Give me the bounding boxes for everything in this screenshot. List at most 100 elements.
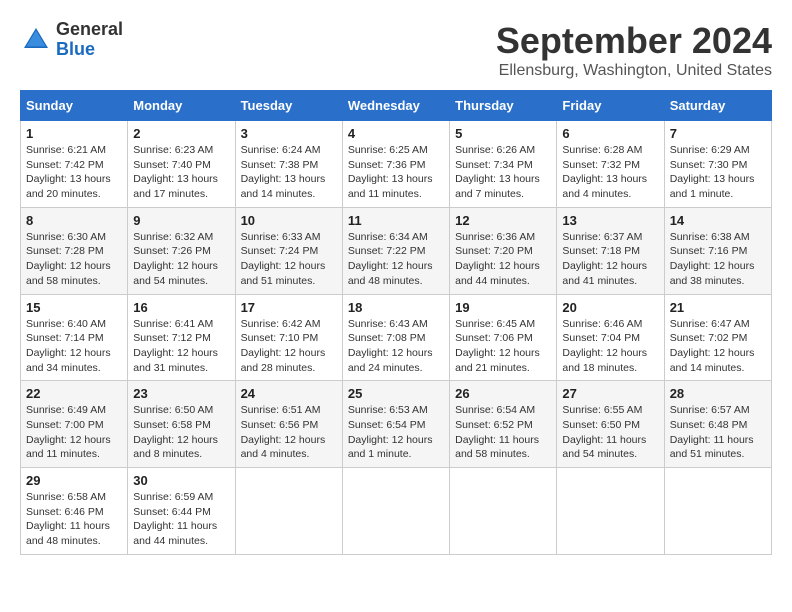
sunrise-time: Sunrise: 6:23 AM: [133, 143, 229, 158]
daylight-hours: Daylight: 12 hours and 31 minutes.: [133, 346, 229, 375]
sunset-time: Sunset: 7:10 PM: [241, 331, 337, 346]
calendar-week-1: 1 Sunrise: 6:21 AMSunset: 7:42 PMDaylight…: [21, 121, 772, 208]
day-info: Sunrise: 6:54 AMSunset: 6:52 PMDaylight:…: [455, 403, 551, 462]
calendar-cell: 2 Sunrise: 6:23 AMSunset: 7:40 PMDaylight…: [128, 121, 235, 208]
sunset-time: Sunset: 7:18 PM: [562, 244, 658, 259]
day-number: 17: [241, 300, 337, 315]
sunset-time: Sunset: 7:20 PM: [455, 244, 551, 259]
day-info: Sunrise: 6:51 AMSunset: 6:56 PMDaylight:…: [241, 403, 337, 462]
day-number: 27: [562, 386, 658, 401]
sunset-time: Sunset: 6:56 PM: [241, 418, 337, 433]
day-number: 16: [133, 300, 229, 315]
sunset-time: Sunset: 6:58 PM: [133, 418, 229, 433]
calendar-cell: [342, 468, 449, 555]
calendar-cell: 7Sunrise: 6:29 AMSunset: 7:30 PMDaylight…: [664, 121, 771, 208]
day-number: 13: [562, 213, 658, 228]
day-number: 1: [26, 126, 122, 141]
daylight-hours: Daylight: 12 hours and 1 minute.: [348, 433, 444, 462]
daylight-hours: Daylight: 13 hours and 17 minutes.: [133, 172, 229, 201]
sunset-time: Sunset: 7:00 PM: [26, 418, 122, 433]
calendar-cell: 28Sunrise: 6:57 AMSunset: 6:48 PMDayligh…: [664, 381, 771, 468]
calendar-week-3: 15Sunrise: 6:40 AMSunset: 7:14 PMDayligh…: [21, 294, 772, 381]
calendar-cell: 17Sunrise: 6:42 AMSunset: 7:10 PMDayligh…: [235, 294, 342, 381]
sunset-time: Sunset: 7:26 PM: [133, 244, 229, 259]
daylight-hours: Daylight: 12 hours and 44 minutes.: [455, 259, 551, 288]
sunrise-time: Sunrise: 6:34 AM: [348, 230, 444, 245]
day-info: Sunrise: 6:30 AMSunset: 7:28 PMDaylight:…: [26, 230, 122, 289]
daylight-hours: Daylight: 13 hours and 7 minutes.: [455, 172, 551, 201]
day-number: 15: [26, 300, 122, 315]
col-wednesday: Wednesday: [342, 91, 449, 121]
calendar-cell: [235, 468, 342, 555]
sunset-time: Sunset: 6:44 PM: [133, 505, 229, 520]
col-saturday: Saturday: [664, 91, 771, 121]
calendar-cell: 6Sunrise: 6:28 AMSunset: 7:32 PMDaylight…: [557, 121, 664, 208]
day-number: 8: [26, 213, 122, 228]
day-number: 3: [241, 126, 337, 141]
sunset-time: Sunset: 7:06 PM: [455, 331, 551, 346]
day-info: Sunrise: 6:50 AMSunset: 6:58 PMDaylight:…: [133, 403, 229, 462]
sunrise-time: Sunrise: 6:49 AM: [26, 403, 122, 418]
daylight-hours: Daylight: 12 hours and 51 minutes.: [241, 259, 337, 288]
day-number: 21: [670, 300, 766, 315]
sunrise-time: Sunrise: 6:32 AM: [133, 230, 229, 245]
sunrise-time: Sunrise: 6:54 AM: [455, 403, 551, 418]
col-monday: Monday: [128, 91, 235, 121]
calendar-cell: 3 Sunrise: 6:24 AMSunset: 7:38 PMDaylight…: [235, 121, 342, 208]
sunrise-time: Sunrise: 6:50 AM: [133, 403, 229, 418]
page-header: General Blue September 2024 Ellensburg, …: [20, 20, 772, 80]
day-info: Sunrise: 6:21 AMSunset: 7:42 PMDaylight:…: [26, 143, 122, 202]
sunset-time: Sunset: 7:08 PM: [348, 331, 444, 346]
day-info: Sunrise: 6:26 AMSunset: 7:34 PMDaylight:…: [455, 143, 551, 202]
sunset-time: Sunset: 7:04 PM: [562, 331, 658, 346]
day-number: 12: [455, 213, 551, 228]
daylight-hours: Daylight: 12 hours and 38 minutes.: [670, 259, 766, 288]
day-info: Sunrise: 6:28 AMSunset: 7:32 PMDaylight:…: [562, 143, 658, 202]
daylight-hours: Daylight: 11 hours and 44 minutes.: [133, 519, 229, 548]
calendar-cell: 8 Sunrise: 6:30 AMSunset: 7:28 PMDaylight…: [21, 207, 128, 294]
calendar-cell: 12 Sunrise: 6:36 AMSunset: 7:20 PMDayligh…: [450, 207, 557, 294]
calendar-cell: 29Sunrise: 6:58 AMSunset: 6:46 PMDayligh…: [21, 468, 128, 555]
day-info: Sunrise: 6:55 AMSunset: 6:50 PMDaylight:…: [562, 403, 658, 462]
sunrise-time: Sunrise: 6:30 AM: [26, 230, 122, 245]
col-thursday: Thursday: [450, 91, 557, 121]
sunrise-time: Sunrise: 6:38 AM: [670, 230, 766, 245]
daylight-hours: Daylight: 13 hours and 1 minute.: [670, 172, 766, 201]
sunrise-time: Sunrise: 6:26 AM: [455, 143, 551, 158]
day-info: Sunrise: 6:36 AMSunset: 7:20 PMDaylight:…: [455, 230, 551, 289]
daylight-hours: Daylight: 12 hours and 34 minutes.: [26, 346, 122, 375]
day-number: 23: [133, 386, 229, 401]
calendar-cell: 19Sunrise: 6:45 AMSunset: 7:06 PMDayligh…: [450, 294, 557, 381]
daylight-hours: Daylight: 12 hours and 8 minutes.: [133, 433, 229, 462]
day-info: Sunrise: 6:32 AMSunset: 7:26 PMDaylight:…: [133, 230, 229, 289]
logo-icon: [20, 24, 52, 56]
daylight-hours: Daylight: 12 hours and 14 minutes.: [670, 346, 766, 375]
day-number: 2: [133, 126, 229, 141]
sunset-time: Sunset: 7:16 PM: [670, 244, 766, 259]
day-info: Sunrise: 6:53 AMSunset: 6:54 PMDaylight:…: [348, 403, 444, 462]
sunrise-time: Sunrise: 6:57 AM: [670, 403, 766, 418]
calendar-table: Sunday Monday Tuesday Wednesday Thursday…: [20, 90, 772, 555]
calendar-cell: 24Sunrise: 6:51 AMSunset: 6:56 PMDayligh…: [235, 381, 342, 468]
sunset-time: Sunset: 7:38 PM: [241, 158, 337, 173]
daylight-hours: Daylight: 12 hours and 4 minutes.: [241, 433, 337, 462]
header-row: Sunday Monday Tuesday Wednesday Thursday…: [21, 91, 772, 121]
logo-blue: Blue: [56, 40, 123, 60]
sunrise-time: Sunrise: 6:59 AM: [133, 490, 229, 505]
daylight-hours: Daylight: 12 hours and 24 minutes.: [348, 346, 444, 375]
sunrise-time: Sunrise: 6:36 AM: [455, 230, 551, 245]
daylight-hours: Daylight: 12 hours and 11 minutes.: [26, 433, 122, 462]
logo-text: General Blue: [56, 20, 123, 60]
daylight-hours: Daylight: 12 hours and 18 minutes.: [562, 346, 658, 375]
col-sunday: Sunday: [21, 91, 128, 121]
calendar-cell: 13Sunrise: 6:37 AMSunset: 7:18 PMDayligh…: [557, 207, 664, 294]
sunset-time: Sunset: 7:22 PM: [348, 244, 444, 259]
daylight-hours: Daylight: 11 hours and 51 minutes.: [670, 433, 766, 462]
sunrise-time: Sunrise: 6:28 AM: [562, 143, 658, 158]
sunrise-time: Sunrise: 6:43 AM: [348, 317, 444, 332]
sunset-time: Sunset: 6:50 PM: [562, 418, 658, 433]
sunrise-time: Sunrise: 6:41 AM: [133, 317, 229, 332]
sunrise-time: Sunrise: 6:55 AM: [562, 403, 658, 418]
day-info: Sunrise: 6:24 AMSunset: 7:38 PMDaylight:…: [241, 143, 337, 202]
day-info: Sunrise: 6:23 AMSunset: 7:40 PMDaylight:…: [133, 143, 229, 202]
